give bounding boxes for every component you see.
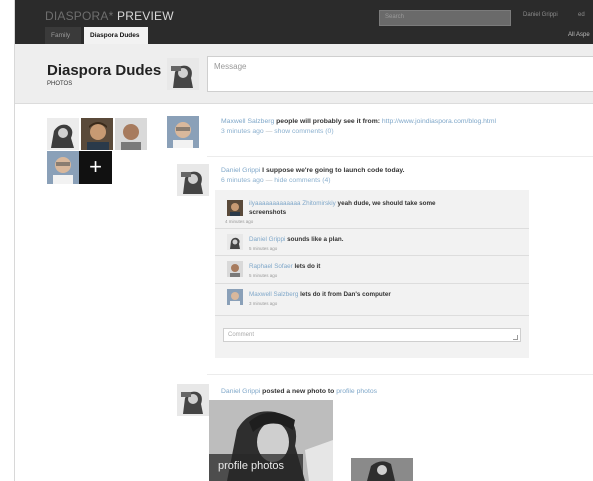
avatar[interactable]: [227, 289, 243, 305]
post-author-link[interactable]: Daniel Grippi: [221, 388, 260, 395]
brand-prefix: DIASPORA*: [45, 9, 114, 23]
comment-author-link[interactable]: Daniel Grippi: [249, 236, 285, 243]
avatar[interactable]: [47, 118, 79, 150]
post-photo-thumbnail[interactable]: [351, 458, 413, 481]
post-time[interactable]: 3 minutes ago: [221, 128, 264, 135]
resize-handle-icon[interactable]: [513, 335, 518, 340]
all-aspects-link[interactable]: All Aspe: [568, 32, 590, 38]
comment-placeholder: Comment: [228, 332, 255, 338]
post-url-link[interactable]: http://www.joindiaspora.com/blog.html: [382, 118, 496, 125]
tab-family[interactable]: Family: [45, 27, 81, 44]
comment-divider: [215, 315, 529, 316]
avatar[interactable]: [227, 200, 243, 216]
comment-text: lets do it from Dan's computer: [298, 291, 391, 298]
add-member-button[interactable]: +: [79, 151, 112, 184]
post-divider: [207, 156, 593, 157]
user-extra-link[interactable]: ed: [578, 12, 585, 18]
comment-list: ilyaaaaaaaaaaaaa Zhitomirskiy yeah dude,…: [215, 190, 529, 358]
brand-logo[interactable]: DIASPORA* PREVIEW: [45, 9, 174, 23]
post-meta: 6 minutes ago — hide comments (4): [221, 177, 331, 184]
comment-author-link[interactable]: ilyaaaaaaaaaaaaa Zhitomirskiy: [249, 200, 336, 207]
post-body: Daniel Grippi I suppose we're going to l…: [221, 166, 405, 175]
aspect-header: Diaspora Dudes PHOTOS Message: [15, 44, 593, 104]
comment-text: screenshots: [249, 209, 287, 216]
post-body: Daniel Grippi posted a new photo to prof…: [221, 387, 377, 396]
comment-time: 4 minutes ago: [225, 219, 254, 224]
message-input[interactable]: Message: [207, 56, 593, 92]
album-link[interactable]: profile photos: [336, 388, 377, 395]
search-input[interactable]: Search: [379, 10, 511, 26]
comment-body: Daniel Grippi sounds like a plan.: [249, 236, 344, 244]
post-text: posted a new photo to: [260, 388, 337, 395]
comment-author-link[interactable]: Raphael Sofaer: [249, 263, 293, 270]
comment-time: 3 minutes ago: [249, 301, 278, 306]
avatar[interactable]: [227, 234, 243, 250]
post-time[interactable]: 6 minutes ago: [221, 177, 264, 184]
comment-divider: [215, 255, 529, 256]
comment-divider: [215, 228, 529, 229]
toggle-comments-link[interactable]: show comments (0): [274, 128, 333, 135]
avatar[interactable]: [115, 118, 147, 150]
page-title: Diaspora Dudes: [47, 62, 162, 79]
top-header: DIASPORA* PREVIEW Search Daniel Grippi e…: [15, 0, 593, 44]
post-photo[interactable]: profile photos: [209, 400, 333, 481]
avatar[interactable]: [177, 384, 209, 416]
comment-author-link[interactable]: Maxwell Salzberg: [249, 291, 298, 298]
post-text: I suppose we're going to launch code tod…: [260, 167, 405, 174]
comment-input[interactable]: Comment: [223, 328, 521, 342]
avatar[interactable]: [177, 164, 209, 196]
comment-text: sounds like a plan.: [285, 236, 344, 243]
browser-viewport: DIASPORA* PREVIEW Search Daniel Grippi e…: [14, 0, 593, 481]
post-body: Maxwell Salzberg people will probably se…: [221, 117, 496, 126]
comment-time: 5 minutes ago: [249, 273, 278, 278]
post-author-link[interactable]: Maxwell Salzberg: [221, 118, 274, 125]
photo-caption[interactable]: profile photos: [209, 454, 303, 481]
avatar[interactable]: [227, 261, 243, 277]
comment-body: Raphael Sofaer lets do it: [249, 263, 320, 271]
comment-body: Maxwell Salzberg lets do it from Dan's c…: [249, 291, 391, 299]
avatar[interactable]: [47, 151, 79, 184]
post-meta: 3 minutes ago — show comments (0): [221, 128, 334, 135]
page-subtitle[interactable]: PHOTOS: [47, 81, 72, 87]
post-author-link[interactable]: Daniel Grippi: [221, 167, 260, 174]
toggle-comments-link[interactable]: hide comments (4): [274, 177, 330, 184]
user-menu[interactable]: Daniel Grippi: [523, 12, 558, 18]
brand-suffix: PREVIEW: [113, 9, 174, 23]
tab-diaspora-dudes[interactable]: Diaspora Dudes: [84, 27, 148, 44]
avatar[interactable]: [167, 58, 199, 90]
comment-body: ilyaaaaaaaaaaaaa Zhitomirskiy yeah dude,…: [249, 200, 436, 208]
comment-text: lets do it: [292, 263, 321, 270]
stream: Maxwell Salzberg people will probably se…: [167, 104, 593, 481]
avatar[interactable]: [167, 116, 199, 148]
comment-divider: [215, 283, 529, 284]
comment-time: 5 minutes ago: [249, 246, 278, 251]
post-text: people will probably see it from:: [274, 118, 382, 125]
post-divider: [207, 374, 593, 375]
avatar[interactable]: [81, 118, 113, 150]
comment-text: yeah dude, we should take some: [335, 200, 436, 207]
